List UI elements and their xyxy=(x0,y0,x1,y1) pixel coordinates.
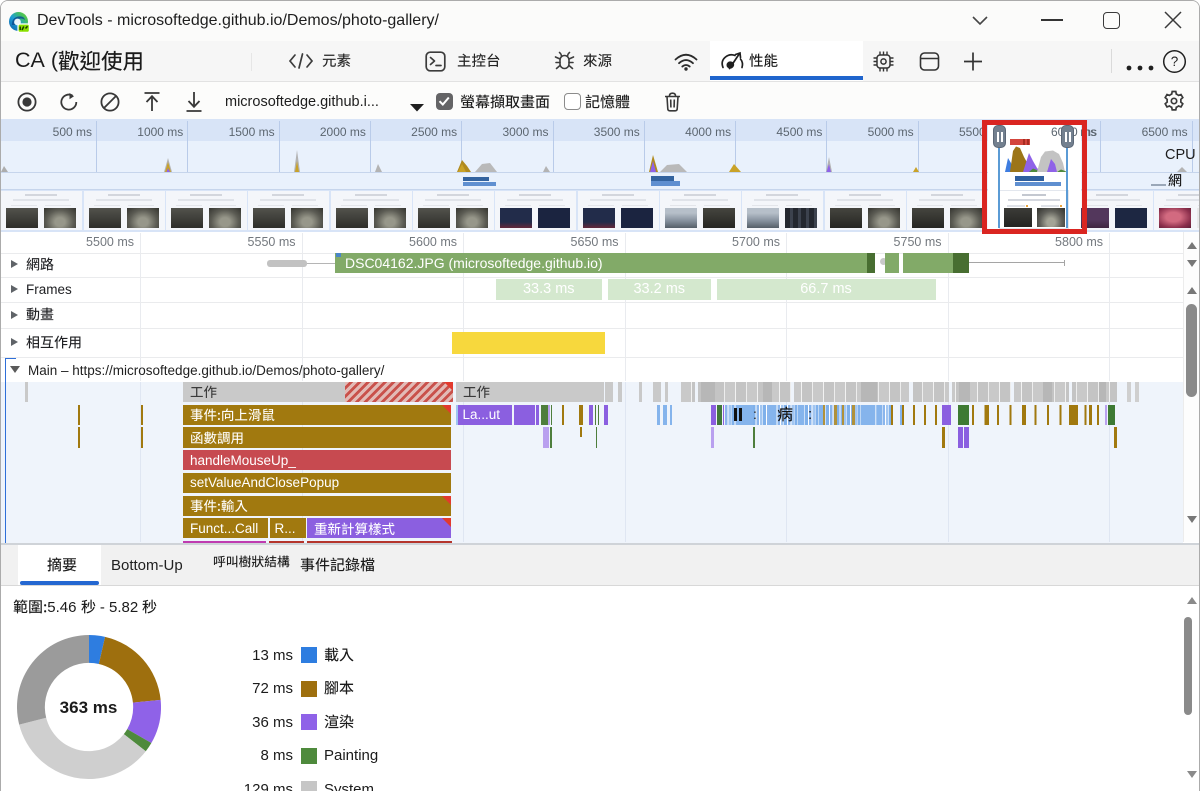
svg-text:?: ? xyxy=(1171,54,1179,69)
